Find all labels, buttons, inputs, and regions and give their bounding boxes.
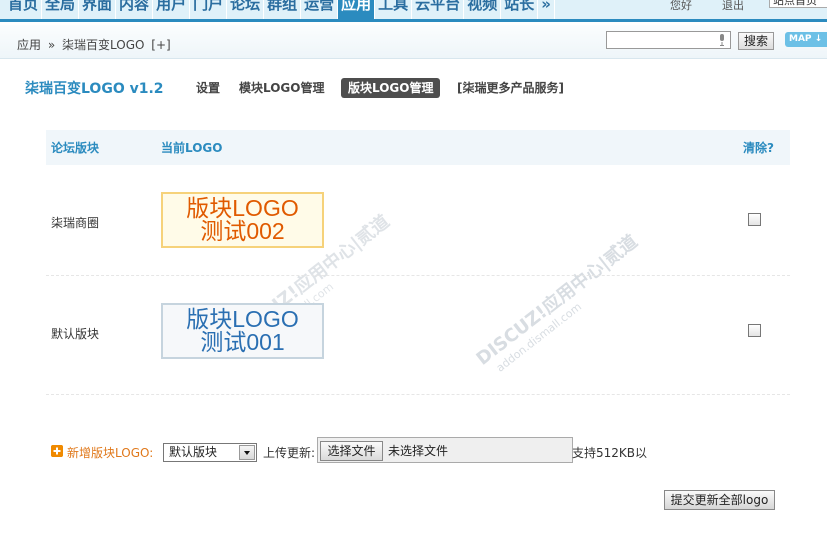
plugin-title: 柒瑞百变LOGO v1.2 xyxy=(25,81,164,97)
choose-file-button[interactable]: 选择文件 xyxy=(320,441,383,461)
forum-select[interactable]: 默认版块 xyxy=(163,443,257,462)
nav-item-home[interactable]: 首页 xyxy=(5,0,43,19)
tab-forum-logo[interactable]: 版块LOGO管理 xyxy=(341,78,441,98)
nav-item-users[interactable]: 用户 xyxy=(153,0,191,19)
tab-settings[interactable]: 设置 xyxy=(196,78,220,98)
breadcrumb-separator: » xyxy=(47,38,56,52)
submit-button[interactable]: 提交更新全部logo xyxy=(664,490,775,510)
forum-name: 默认版块 xyxy=(51,327,100,341)
clear-checkbox[interactable] xyxy=(748,213,761,226)
breadcrumb-root[interactable]: 应用 xyxy=(17,38,41,52)
breadcrumb-current: 柒瑞百变LOGO xyxy=(62,38,145,52)
nav-item-groups[interactable]: 群组 xyxy=(264,0,302,19)
nav-item-apps[interactable]: 应用 xyxy=(338,0,376,19)
clear-checkbox[interactable] xyxy=(748,324,761,337)
column-clear: 清除? xyxy=(743,141,774,155)
nav-item-interface[interactable]: 界面 xyxy=(79,0,117,19)
nav-item-video[interactable]: 视频 xyxy=(464,0,502,19)
table-header: 论坛版块 当前LOGO 清除? xyxy=(46,130,790,165)
chevron-down-icon[interactable] xyxy=(239,445,255,460)
nav-item-tools[interactable]: 工具 xyxy=(375,0,413,19)
nav-more-button[interactable]: » xyxy=(538,0,555,19)
tab-module-logo[interactable]: 模块LOGO管理 xyxy=(239,78,324,98)
forum-logo-image: 版块LOGO 测试002 xyxy=(161,192,324,248)
breadcrumb: 应用 » 柒瑞百变LOGO [+] xyxy=(17,36,174,53)
map-button[interactable]: MAP ↓ xyxy=(785,32,827,47)
column-forum: 论坛版块 xyxy=(51,141,100,155)
main-menu: 首页 全局 界面 内容 用户 门户 论坛 群组 运营 应用 工具 云平台 视频 … xyxy=(5,0,555,19)
forum-name: 柒瑞商圈 xyxy=(51,216,100,230)
microphone-icon[interactable] xyxy=(719,34,725,46)
search-input[interactable] xyxy=(606,31,731,49)
greeting-text: 您好 xyxy=(670,0,692,12)
nav-item-portal[interactable]: 门户 xyxy=(190,0,228,19)
column-current-logo: 当前LOGO xyxy=(161,141,223,155)
nav-item-operations[interactable]: 运营 xyxy=(301,0,339,19)
nav-item-cloud[interactable]: 云平台 xyxy=(412,0,465,19)
plus-icon xyxy=(51,445,63,457)
forum-logo-image: 版块LOGO 测试001 xyxy=(161,303,324,359)
upload-label: 上传更新: xyxy=(263,446,316,460)
file-size-hint: 支持512KB以 xyxy=(572,446,648,460)
nav-item-forum[interactable]: 论坛 xyxy=(227,0,265,19)
logout-link[interactable]: 退出 xyxy=(722,0,744,13)
site-home-select[interactable]: 站点首页 xyxy=(769,0,827,8)
row-divider xyxy=(46,275,790,276)
nav-item-content[interactable]: 内容 xyxy=(116,0,154,19)
watermark: DISCUZ!应用中心|贰道 addon.dismall.com xyxy=(472,231,642,375)
tab-more-products[interactable]: [柒瑞更多产品服务] xyxy=(457,78,564,98)
search-button[interactable]: 搜索 xyxy=(738,32,774,50)
row-divider xyxy=(46,394,790,395)
file-status: 未选择文件 xyxy=(388,444,449,458)
top-nav-bar: 首页 全局 界面 内容 用户 门户 论坛 群组 运营 应用 工具 云平台 视频 … xyxy=(0,0,827,22)
new-forum-logo-label: 新增版块LOGO: xyxy=(67,446,154,460)
breadcrumb-bar: 应用 » 柒瑞百变LOGO [+] 搜索 MAP ↓ xyxy=(0,25,827,59)
nav-item-global[interactable]: 全局 xyxy=(42,0,80,19)
nav-item-webmaster[interactable]: 站长 xyxy=(501,0,539,19)
add-to-menu-link[interactable]: [+] xyxy=(151,38,170,52)
